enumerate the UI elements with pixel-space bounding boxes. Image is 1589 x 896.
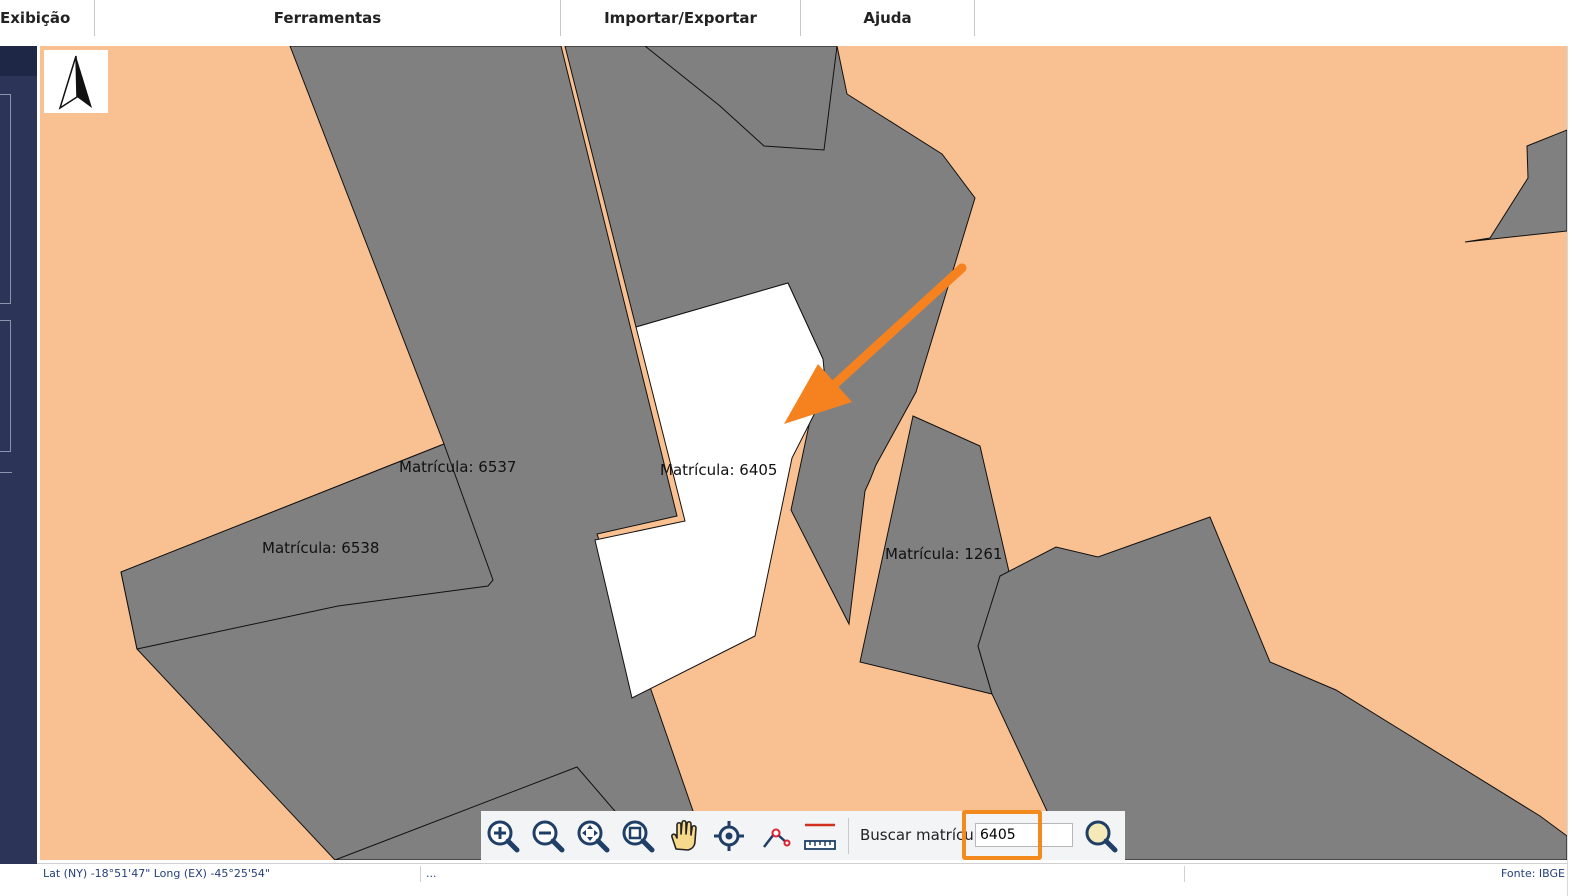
zoom-out-button[interactable] xyxy=(529,817,567,855)
left-sidebar xyxy=(0,46,37,864)
parcel-label-6405: Matrícula: 6405 xyxy=(660,461,778,479)
ruler-icon xyxy=(804,823,836,850)
status-bar: Lat (NY) -18°51'47" Long (EX) -45°25'54"… xyxy=(37,863,1567,884)
toolbar-separator xyxy=(848,818,849,854)
sidebar-header xyxy=(0,46,37,76)
menu-importar-exportar[interactable]: Importar/Exportar xyxy=(561,0,800,36)
parcel-far-right xyxy=(1464,129,1567,243)
north-arrow-icon xyxy=(44,50,108,113)
locate-icon xyxy=(714,821,744,851)
status-separator xyxy=(1184,866,1185,882)
status-coordinates: Lat (NY) -18°51'47" Long (EX) -45°25'54" xyxy=(43,867,270,880)
map-toolbar: Buscar matrícula: xyxy=(481,811,1125,860)
map-svg xyxy=(120,46,1567,860)
status-middle: ... xyxy=(426,867,437,880)
zoom-in-icon xyxy=(487,820,520,853)
search-button[interactable] xyxy=(1082,817,1120,855)
zoom-window-button[interactable] xyxy=(619,817,657,855)
menu-ferramentas[interactable]: Ferramentas xyxy=(95,0,560,36)
sidebar-divider xyxy=(0,472,12,473)
parcel-label-6537: Matrícula: 6537 xyxy=(399,458,517,476)
status-separator xyxy=(420,866,421,882)
search-label: Buscar matrícula: xyxy=(860,826,993,844)
pan-hand-icon xyxy=(671,819,697,851)
measure-distance-icon xyxy=(763,828,791,848)
sidebar-panel[interactable] xyxy=(0,94,11,304)
menu-separator xyxy=(974,0,975,36)
pan-button[interactable] xyxy=(665,817,703,855)
zoom-extent-icon xyxy=(577,820,610,853)
menu-bar: Exibição Ferramentas Importar/Exportar A… xyxy=(0,0,1589,46)
parcel-label-1261: Matrícula: 1261 xyxy=(885,545,1003,563)
menu-ajuda[interactable]: Ajuda xyxy=(801,0,974,36)
parcel-right-center xyxy=(977,516,1567,860)
measure-distance-button[interactable] xyxy=(756,817,794,855)
zoom-out-icon xyxy=(532,820,565,853)
ruler-button[interactable] xyxy=(801,817,839,855)
search-input[interactable] xyxy=(975,823,1073,847)
zoom-window-icon xyxy=(622,820,655,853)
menu-exibicao[interactable]: Exibição xyxy=(0,0,70,36)
zoom-in-button[interactable] xyxy=(484,817,522,855)
search-icon xyxy=(1085,820,1118,853)
map-canvas[interactable]: Matrícula: 6537 Matrícula: 6405 Matrícul… xyxy=(40,46,1567,860)
locate-button[interactable] xyxy=(710,817,748,855)
sidebar-panel[interactable] xyxy=(0,320,11,452)
right-edge-panel xyxy=(1567,46,1589,896)
zoom-extent-button[interactable] xyxy=(574,817,612,855)
status-source: Fonte: IBGE xyxy=(1501,867,1565,880)
parcel-label-6538: Matrícula: 6538 xyxy=(262,539,380,557)
